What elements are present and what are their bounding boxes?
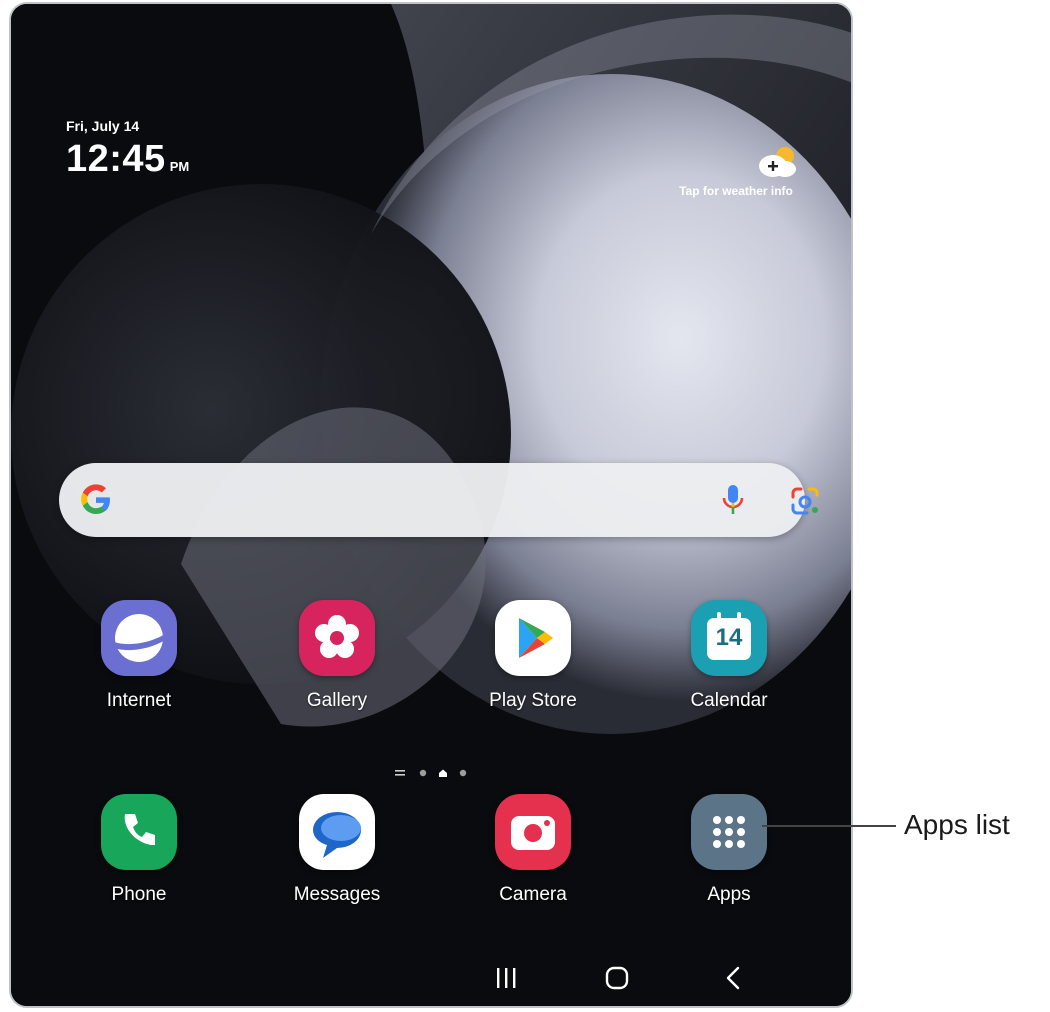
phone-screen: Fri, July 14 12:45 PM Tap for weather inf… [9, 2, 853, 1008]
app-gallery[interactable]: Gallery [267, 600, 407, 712]
clock[interactable]: 12:45 PM [66, 138, 189, 181]
app-label: Apps [707, 884, 751, 905]
google-g-icon [81, 484, 110, 514]
recents-icon[interactable] [497, 968, 516, 988]
back-icon[interactable] [726, 966, 740, 990]
app-internet[interactable]: Internet [69, 600, 209, 712]
app-label: Messages [293, 884, 381, 905]
lens-icon[interactable] [789, 485, 821, 517]
app-messages[interactable]: Messages [267, 794, 407, 906]
home-icon[interactable] [605, 966, 629, 990]
app-calendar[interactable]: 14 Calendar [659, 600, 799, 712]
clock-ampm: PM [169, 159, 190, 174]
calendar-icon: 14 [691, 600, 767, 676]
internet-icon [101, 600, 177, 676]
google-search-bar[interactable] [59, 463, 819, 537]
app-label: Internet [106, 690, 172, 711]
app-label: Gallery [306, 690, 368, 711]
app-label: Calendar [690, 690, 768, 711]
callout-label: Apps list [904, 809, 1010, 840]
gallery-icon [299, 600, 375, 676]
camera-icon [495, 794, 571, 870]
app-label: Camera [499, 884, 567, 905]
phone-icon [101, 794, 177, 870]
weather-widget-label[interactable]: Tap for weather info [661, 184, 811, 198]
app-phone[interactable]: Phone [69, 794, 209, 906]
play-store-icon [495, 600, 571, 676]
mic-icon[interactable] [719, 483, 747, 517]
app-play-store[interactable]: Play Store [463, 600, 603, 712]
page-indicator[interactable] [395, 766, 485, 780]
app-label: Play Store [489, 690, 577, 711]
lockscreen-date: Fri, July 14 [66, 118, 140, 134]
app-camera[interactable]: Camera [463, 794, 603, 906]
apps-grid-icon [691, 794, 767, 870]
app-label: Phone [111, 884, 167, 905]
messages-icon [299, 794, 375, 870]
app-apps[interactable]: Apps [659, 794, 799, 906]
weather-add-icon[interactable] [753, 144, 799, 180]
callout-line [762, 825, 896, 827]
clock-time: 12:45 [66, 138, 166, 180]
navigation-bar [497, 966, 740, 990]
calendar-day: 14 [715, 624, 743, 651]
